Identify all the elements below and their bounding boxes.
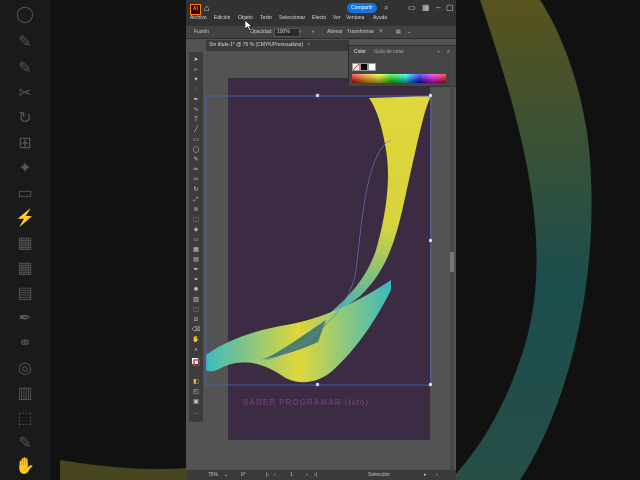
play-icon[interactable]: ▸ <box>424 472 427 478</box>
scroll-thumb[interactable] <box>450 252 454 272</box>
prev-artboard-icon[interactable]: ‹ <box>274 472 276 478</box>
none-swatch[interactable] <box>352 63 360 71</box>
tab-color[interactable]: Color <box>354 49 366 55</box>
chevron-right-icon[interactable]: › <box>436 472 438 478</box>
zoom-level[interactable]: 75% <box>208 472 218 478</box>
last-artboard-icon[interactable]: ›| <box>314 472 317 478</box>
handle-bottom[interactable] <box>315 382 320 387</box>
wave-horizontal[interactable] <box>206 280 391 383</box>
collapse-icon[interactable]: » <box>437 49 440 55</box>
first-artboard-icon[interactable]: |‹ <box>266 472 269 478</box>
color-spectrum[interactable] <box>352 74 446 83</box>
artwork-text-main: SABER PROGRAMAR <box>243 398 342 407</box>
status-bar: 75% ⌄ 0° |‹ ‹ 1 › ›| Selección ▸ › <box>186 470 456 480</box>
next-artboard-icon[interactable]: › <box>306 472 308 478</box>
handle-top[interactable] <box>315 93 320 98</box>
white-swatch[interactable] <box>368 63 376 71</box>
vertical-scrollbar[interactable] <box>450 52 454 470</box>
artwork-text[interactable]: SABER PROGRAMAR (txto) <box>243 398 369 407</box>
wave-vertical[interactable] <box>326 96 431 316</box>
illustrator-window: Ai ⌂ Compartir ⌕ ▭ ▦ – ▢ Archivo Edición… <box>186 0 456 480</box>
current-tool-label: Selección <box>368 472 390 478</box>
mouse-cursor <box>245 20 253 32</box>
chevron-down-icon[interactable]: ⌄ <box>224 472 228 478</box>
artwork-text-extra: (txto) <box>344 398 370 407</box>
handle-right[interactable] <box>428 238 433 243</box>
black-swatch[interactable] <box>360 63 368 71</box>
color-panel: Color Guía de color » ≡ <box>348 45 456 87</box>
handle-top-right[interactable] <box>428 93 433 98</box>
tab-color-guide[interactable]: Guía de color <box>374 49 404 55</box>
rotation-value[interactable]: 0° <box>241 472 246 478</box>
left-ghost-toolbar: ◯ ✎ ✎ ✂ ↻ ⊞ ✦ ▭ ⚡ ▦ ▦ ▤ ✒ ⚭ ◎ ▥ ⬚ ✎ ✋ <box>0 0 50 480</box>
handle-bottom-right[interactable] <box>428 382 433 387</box>
artboard-number[interactable]: 1 <box>290 472 293 478</box>
